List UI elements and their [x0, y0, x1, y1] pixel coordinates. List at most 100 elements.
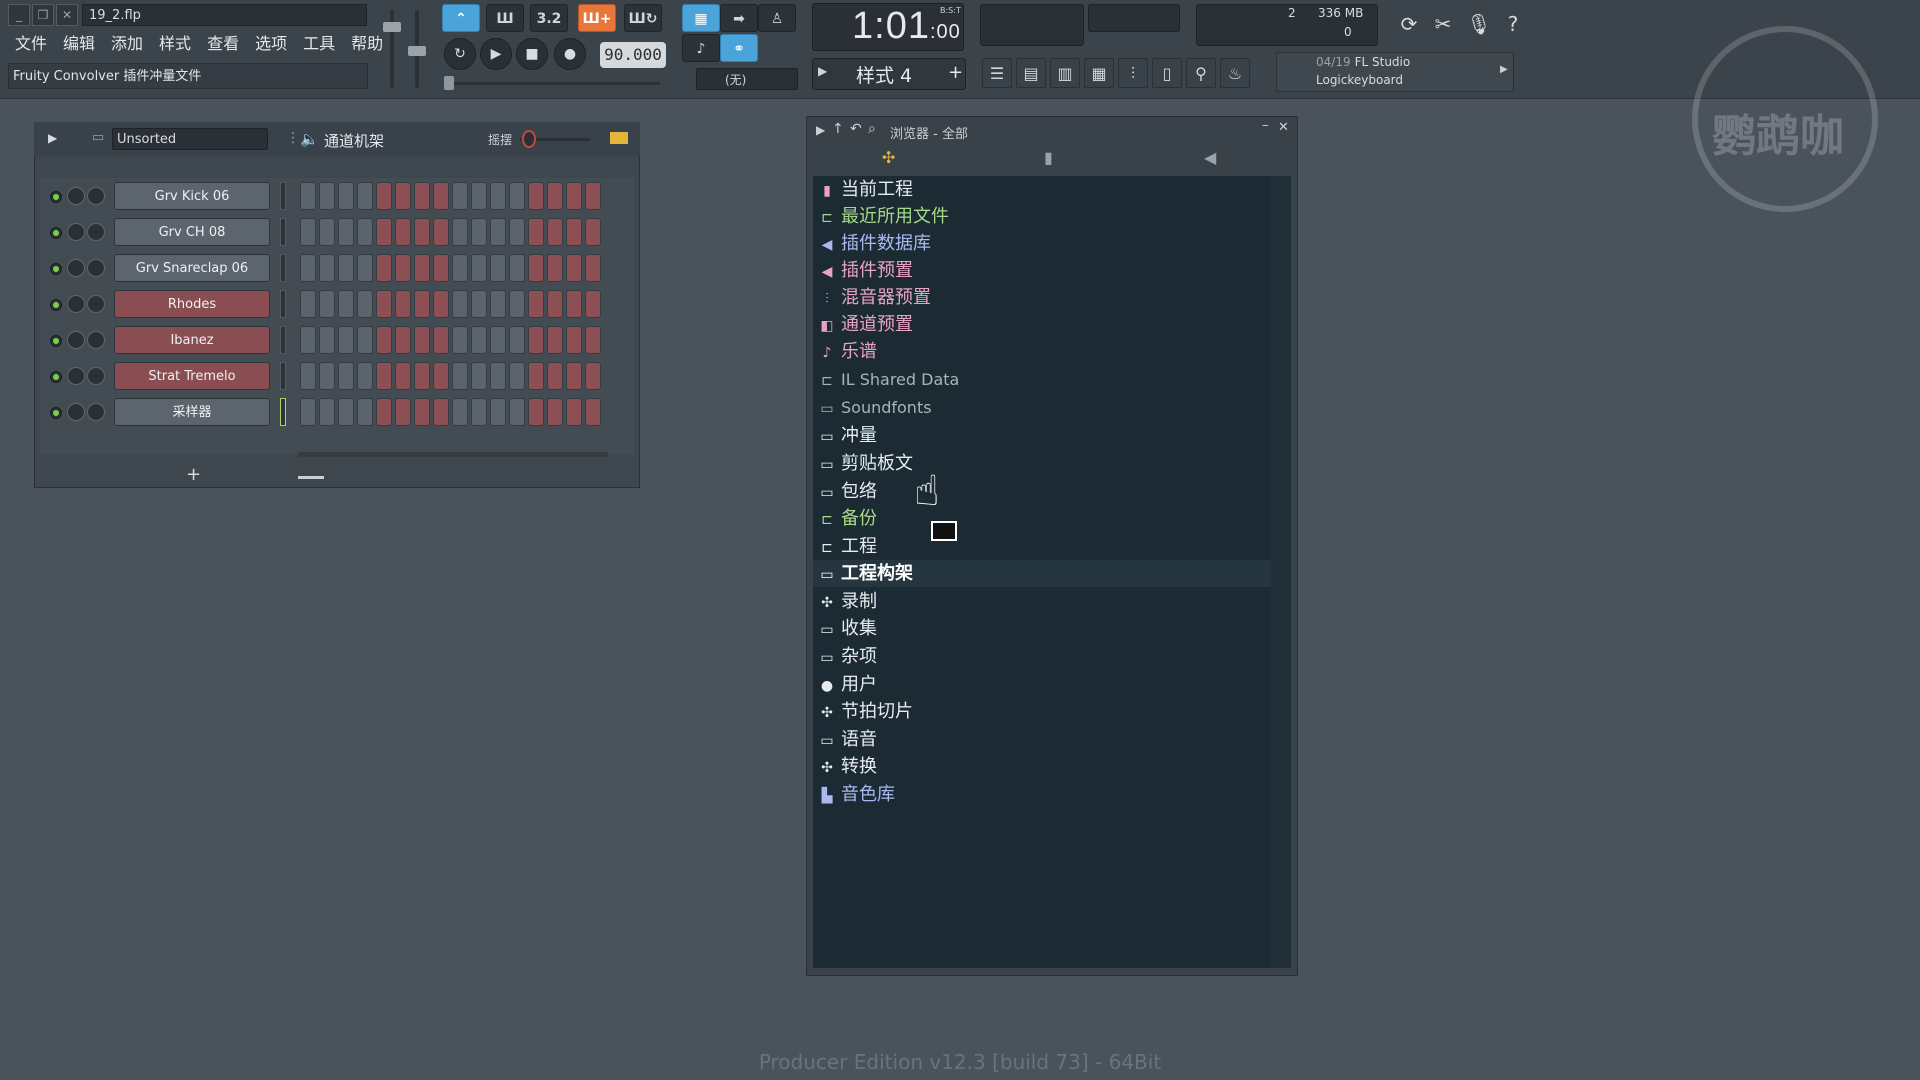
step[interactable] [319, 254, 335, 282]
step[interactable] [566, 398, 582, 426]
browser-item[interactable]: ◧ 通道预置 [813, 311, 1271, 338]
browser-current-project-tab-icon[interactable]: ▮ [1044, 148, 1053, 167]
menu-file[interactable]: 文件 [8, 32, 54, 56]
step[interactable] [357, 290, 373, 318]
channel-pan-knob[interactable] [67, 367, 85, 385]
channel-pan-knob[interactable] [67, 223, 85, 241]
step[interactable] [509, 290, 525, 318]
menu-patterns[interactable]: 样式 [152, 32, 198, 56]
step[interactable] [357, 254, 373, 282]
channel-select-bar[interactable] [280, 362, 286, 390]
browser-item[interactable]: ⊏ IL Shared Data [813, 366, 1271, 393]
pattern-name[interactable]: 样式 4 [856, 61, 912, 88]
step[interactable] [528, 326, 544, 354]
step[interactable] [357, 218, 373, 246]
step[interactable] [433, 290, 449, 318]
rack-handle-icon[interactable]: ⋮ [286, 130, 300, 146]
rack-menu-arrow-icon[interactable]: ▶ [48, 131, 57, 145]
channel-filter-dropdown[interactable]: Unsorted [112, 128, 268, 150]
menu-help[interactable]: 帮助 [344, 32, 390, 56]
step[interactable] [585, 182, 601, 210]
browser-item[interactable]: ✣ 录制 [813, 588, 1271, 615]
step[interactable] [376, 254, 392, 282]
step[interactable] [319, 362, 335, 390]
browser-item[interactable]: ▭ Soundfonts [813, 394, 1271, 421]
channel-pan-knob[interactable] [67, 187, 85, 205]
step[interactable] [433, 326, 449, 354]
browser-item[interactable]: ✣ 转换 [813, 753, 1271, 780]
minimize-icon[interactable]: _ [8, 4, 30, 26]
channel-mute-led[interactable] [50, 227, 62, 239]
step[interactable] [566, 326, 582, 354]
browser-item[interactable]: ◀ 插件预置 [813, 257, 1271, 284]
step[interactable] [471, 326, 487, 354]
menu-tools[interactable]: 工具 [296, 32, 342, 56]
browser-back-icon[interactable]: ↶ [850, 121, 862, 137]
browser-item[interactable]: ◀ 插件数据库 [813, 230, 1271, 257]
step[interactable] [509, 254, 525, 282]
browser-item-selected[interactable]: ▭ 工程构架 [813, 560, 1271, 587]
step[interactable] [357, 398, 373, 426]
step[interactable] [338, 218, 354, 246]
browser-item[interactable]: ▮ 当前工程 [813, 176, 1271, 203]
step[interactable] [433, 182, 449, 210]
time-signature-button[interactable]: 3.2 [530, 4, 568, 32]
step[interactable] [319, 290, 335, 318]
metronome-button[interactable]: ♙ [758, 4, 796, 32]
master-pitch-knob[interactable] [408, 46, 426, 56]
play-icon[interactable]: ▶ [480, 38, 512, 70]
position-slider[interactable] [448, 82, 660, 85]
snap-selector[interactable]: (无) [696, 68, 798, 90]
browser-all-tab-icon[interactable]: ✣ [882, 148, 895, 167]
step[interactable] [490, 254, 506, 282]
add-pattern-icon[interactable]: + [948, 62, 963, 83]
step-sequencer-icon[interactable]: ▥ [1050, 58, 1080, 88]
step[interactable] [547, 362, 563, 390]
channel-mute-led[interactable] [50, 335, 62, 347]
step[interactable] [547, 326, 563, 354]
menu-view[interactable]: 查看 [200, 32, 246, 56]
channel-name-button[interactable]: 采样器 [114, 398, 270, 426]
channel-volume-knob[interactable] [87, 331, 105, 349]
step[interactable] [528, 218, 544, 246]
step[interactable] [528, 254, 544, 282]
step[interactable] [490, 362, 506, 390]
step[interactable] [471, 398, 487, 426]
step[interactable] [452, 290, 468, 318]
step[interactable] [585, 254, 601, 282]
microphone-icon[interactable]: 🎙 [1464, 8, 1494, 40]
step[interactable] [452, 398, 468, 426]
browser-item[interactable]: ▭ 剪贴板文 [813, 450, 1271, 477]
typing-keyboard-button[interactable]: ⌃ [442, 4, 480, 32]
step[interactable] [300, 290, 316, 318]
step[interactable] [471, 254, 487, 282]
step[interactable] [338, 290, 354, 318]
step[interactable] [433, 398, 449, 426]
step[interactable] [433, 362, 449, 390]
step[interactable] [452, 182, 468, 210]
step[interactable] [452, 326, 468, 354]
browser-search-icon[interactable]: ⌕ [868, 121, 876, 137]
channel-volume-knob[interactable] [87, 259, 105, 277]
channel-select-bar[interactable] [280, 182, 286, 210]
step[interactable] [376, 218, 392, 246]
browser-close-icon[interactable]: ✕ [1278, 120, 1289, 135]
playlist-view-button[interactable]: ▦ [682, 4, 720, 32]
step[interactable] [300, 218, 316, 246]
tempo-display[interactable]: 90.000 [600, 42, 666, 68]
plugin-picker-icon[interactable]: ⚲ [1186, 58, 1216, 88]
channel-volume-knob[interactable] [87, 367, 105, 385]
restore-icon[interactable]: ❐ [32, 4, 54, 26]
channel-select-bar[interactable] [280, 218, 286, 246]
browser-item[interactable]: ▭ 包络 [813, 478, 1271, 505]
step[interactable] [566, 218, 582, 246]
step[interactable] [414, 290, 430, 318]
step[interactable] [300, 254, 316, 282]
step[interactable] [376, 326, 392, 354]
step[interactable] [338, 398, 354, 426]
step[interactable] [319, 218, 335, 246]
loop-record-button[interactable]: Ш↻ [624, 4, 662, 32]
rack-scrollbar[interactable] [298, 452, 608, 457]
channel-name-button[interactable]: Strat Tremelo [114, 362, 270, 390]
step[interactable] [490, 290, 506, 318]
